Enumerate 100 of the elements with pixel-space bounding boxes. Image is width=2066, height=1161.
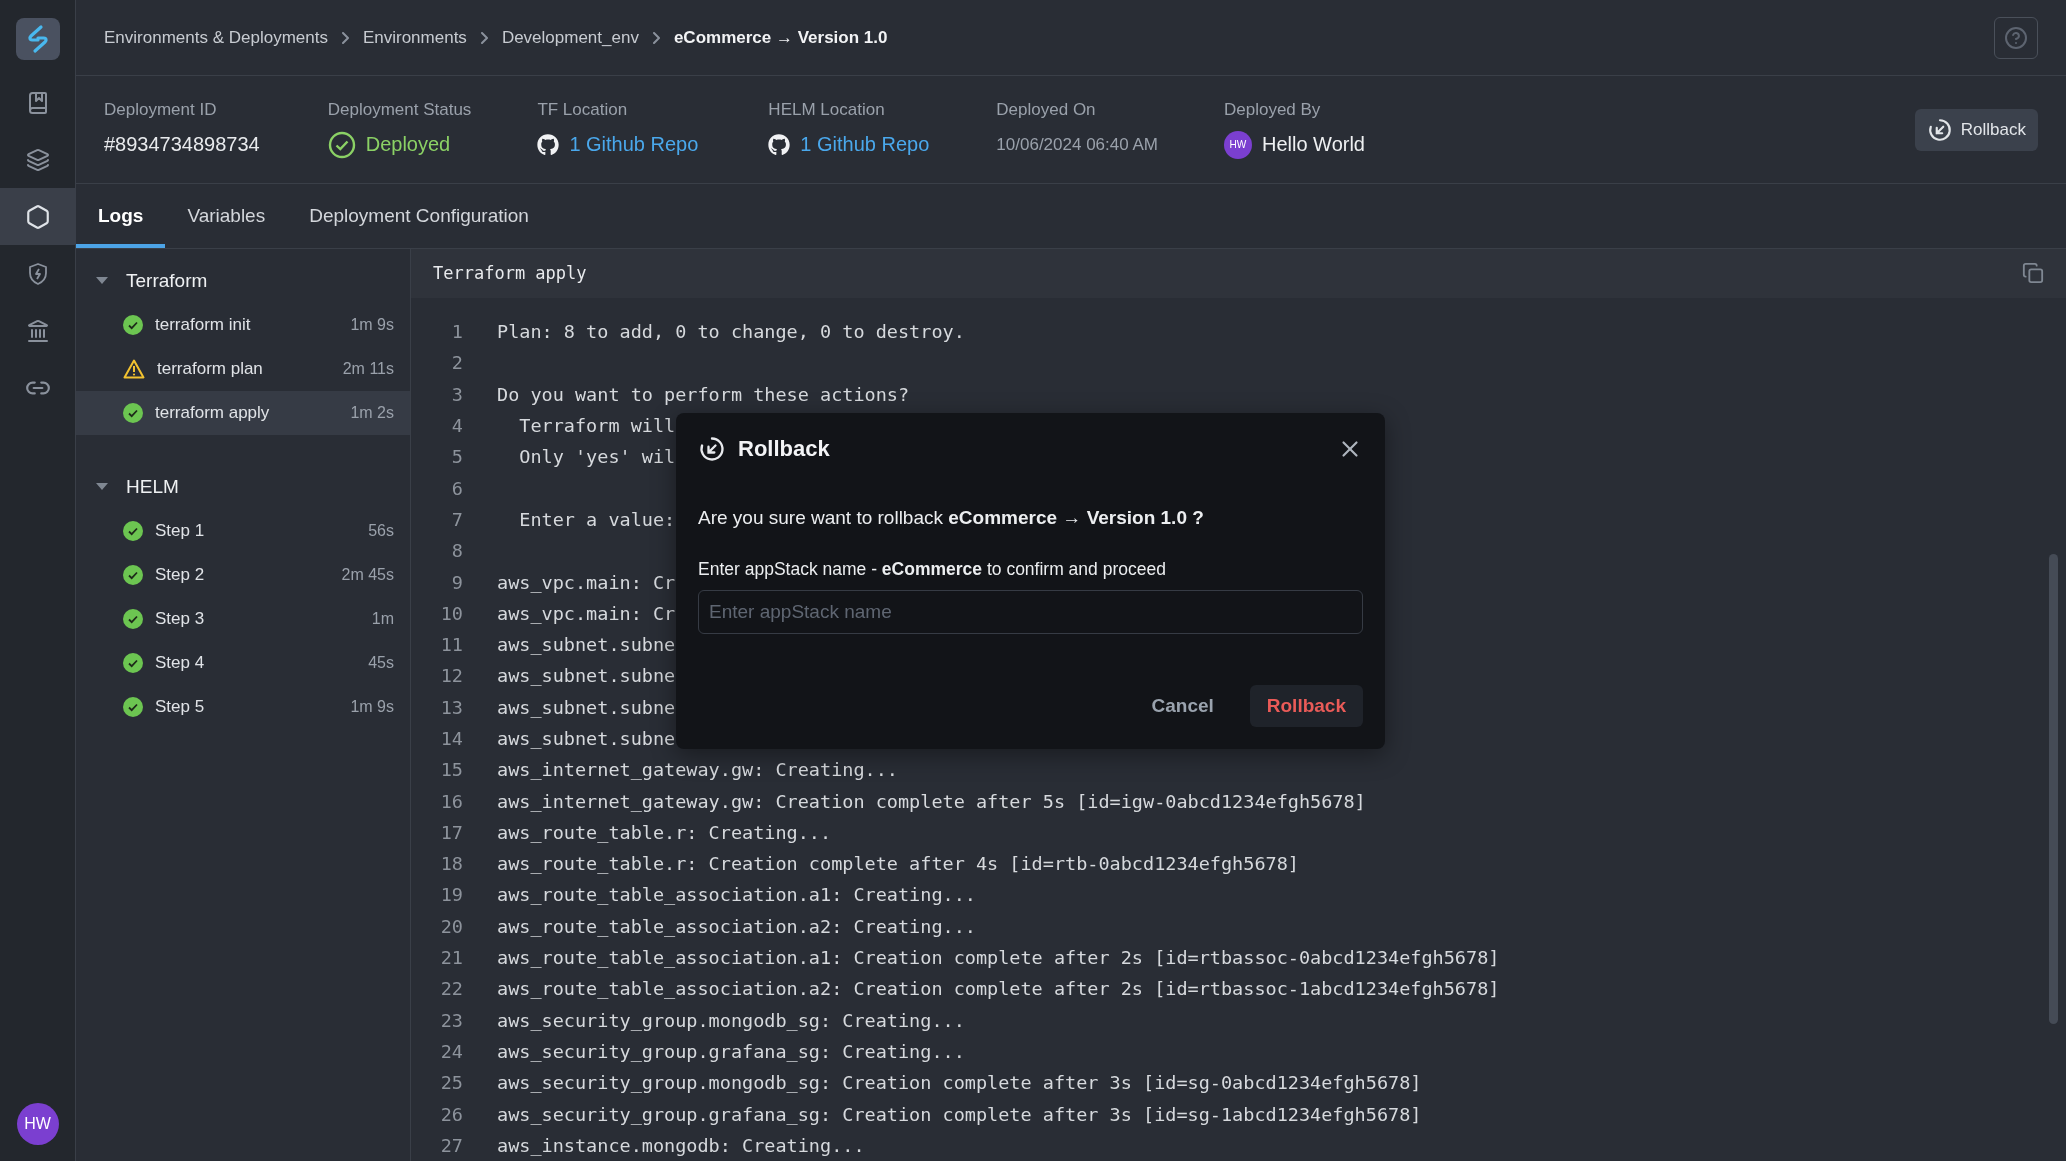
log-title: Terraform apply (433, 263, 587, 284)
log-line: aws_internet_gateway.gw: Creating... (497, 759, 898, 781)
step-name: terraform apply (155, 403, 271, 423)
dialog-message: Are you sure want to rollback eCommerce → Version 1.0 ? (698, 507, 1205, 529)
user-name: Hello World (1262, 133, 1365, 156)
log-line: aws_instance.mongodb: Creating... (497, 1134, 865, 1156)
log-line: aws_route_table.r: Creation complete after 4s [id=rtb-0abcd1234efgh5678] (497, 853, 1299, 875)
log-line: aws_route_table_association.a2: Creation complete after 2s [id=rtbassoc-1abcd1234efgh5678] (497, 978, 1500, 1000)
step-item[interactable]: Step 1 56s (76, 509, 410, 553)
dialog-prompt: Enter appStack name - eCommerce to confirm and proceed (698, 559, 1167, 580)
log-line: Only 'yes' wil (518, 446, 676, 468)
log-line: aws_subnet.subne (497, 696, 676, 718)
log-line: aws_security_group.grafana_sg: Creation complete after 3s [id=sg-1abcd1234efgh5678] (497, 1103, 1422, 1125)
step-duration: 45s (368, 654, 394, 672)
step-item[interactable]: Step 3 1m (76, 597, 410, 641)
chevron-icon (341, 31, 349, 44)
line-number: 18 (439, 853, 463, 875)
dialog-title: Rollback (738, 436, 830, 462)
breadcrumb-link[interactable]: Environments & Deployments (104, 27, 328, 48)
field-label: Deployed By (1224, 99, 1322, 120)
line-number: 2 (450, 352, 463, 374)
help-button[interactable] (1994, 16, 2038, 59)
step-item[interactable]: terraform init 1m 9s (76, 303, 410, 347)
line-number: 22 (439, 978, 463, 1000)
step-duration: 1m 9s (350, 316, 394, 334)
step-item[interactable]: Step 4 45s (76, 641, 410, 685)
step-item[interactable]: Step 5 1m 9s (76, 685, 410, 729)
line-number: 21 (439, 947, 463, 969)
line-number: 4 (450, 415, 463, 436)
step-name: terraform init (155, 315, 252, 335)
line-number: 17 (439, 821, 463, 843)
log-line: aws_route_table_association.a1: Creation complete after 2s [id=rtbassoc-0abcd1234efgh5678] (497, 947, 1500, 969)
log-line: aws_security_group.mongodb_sg: Creation complete after 3s [id=sg-0abcd1234efgh5678] (497, 1072, 1422, 1094)
line-number: 6 (450, 477, 463, 499)
log-line: aws_subnet.subne (497, 634, 676, 656)
stage-name: Terraform (126, 270, 208, 292)
log-line: aws_subnet.subne (497, 728, 676, 749)
line-number: 16 (439, 790, 463, 812)
line-number: 10 (439, 602, 463, 624)
step-duration: 2m 11s (342, 360, 394, 378)
nav-button[interactable] (0, 188, 76, 245)
line-number: 7 (450, 508, 463, 530)
line-number: 11 (439, 634, 463, 656)
repo-link[interactable]: 1 Github Repo (800, 133, 930, 156)
chevron-icon (652, 31, 660, 44)
breadcrumb-link[interactable]: eCommerce → Version 1.0 (673, 27, 888, 48)
step-duration: 2m 45s (341, 566, 394, 584)
step-name: Step 3 (155, 609, 206, 629)
user-avatar: HW (1224, 130, 1252, 159)
line-number: 25 (439, 1072, 463, 1094)
confirm-rollback-button[interactable]: Rollback (1249, 685, 1363, 727)
step-name: Step 5 (155, 697, 206, 717)
line-number: 15 (439, 759, 463, 781)
line-number: 1 (450, 321, 463, 343)
app-logo[interactable] (15, 18, 60, 60)
step-item[interactable]: terraform plan 2m 11s (76, 347, 410, 391)
step-duration: 1m 9s (350, 698, 394, 716)
caret-icon[interactable] (96, 483, 108, 491)
layers-icon (25, 147, 50, 172)
line-number: 5 (450, 446, 463, 468)
log-line: aws_route_table.r: Creating... (497, 821, 832, 843)
line-number: 9 (450, 571, 463, 593)
step-duration: 1m 2s (350, 404, 394, 422)
step-name: Step 4 (155, 653, 206, 673)
step-item[interactable]: terraform apply 1m 2s (76, 391, 410, 435)
step-name: Step 2 (155, 565, 206, 585)
log-line: Terraform will (518, 415, 676, 436)
hexagon-icon (24, 203, 51, 230)
log-line: aws_vpc.main: Cr (497, 571, 676, 593)
field-label: Deployment ID (104, 99, 218, 120)
copy-icon[interactable] (2022, 262, 2044, 285)
status-text: Deployed (365, 133, 451, 156)
tab[interactable]: Variables (165, 184, 288, 248)
log-line: aws_route_table_association.a2: Creating... (497, 915, 976, 937)
field-label: Deployed On (996, 99, 1097, 120)
tab[interactable]: Logs (76, 184, 166, 248)
appstack-name-input[interactable]: Enter appStack name (698, 590, 1363, 634)
step-item[interactable]: Step 2 2m 45s (76, 553, 410, 597)
breadcrumb-link[interactable]: Environments (362, 27, 467, 48)
line-number: 26 (439, 1103, 463, 1125)
help-icon (2004, 25, 2028, 50)
repo-link[interactable]: 1 Github Repo (569, 133, 699, 156)
log-line: aws_security_group.mongodb_sg: Creating... (497, 1009, 965, 1031)
step-duration: 1m (371, 610, 394, 628)
rollback-button[interactable]: Rollback (1914, 108, 2038, 151)
field-label: TF Location (537, 99, 629, 120)
log-line: Do you want to perform these actions? (497, 383, 910, 405)
scrollbar[interactable] (2049, 554, 2058, 1024)
line-number: 8 (450, 540, 463, 562)
chevron-icon (480, 31, 488, 44)
line-number: 3 (450, 383, 463, 405)
log-line: aws_subnet.subne (497, 665, 676, 687)
caret-icon[interactable] (96, 277, 108, 285)
tab[interactable]: Deployment Configuration (287, 184, 551, 248)
cancel-button[interactable]: Cancel (1133, 685, 1232, 727)
log-line: aws_vpc.main: Cr (497, 602, 676, 624)
github-icon (537, 133, 560, 156)
breadcrumb-link[interactable]: Development_env (501, 27, 639, 48)
user-avatar[interactable]: HW (16, 1103, 59, 1145)
line-number: 27 (439, 1134, 463, 1156)
